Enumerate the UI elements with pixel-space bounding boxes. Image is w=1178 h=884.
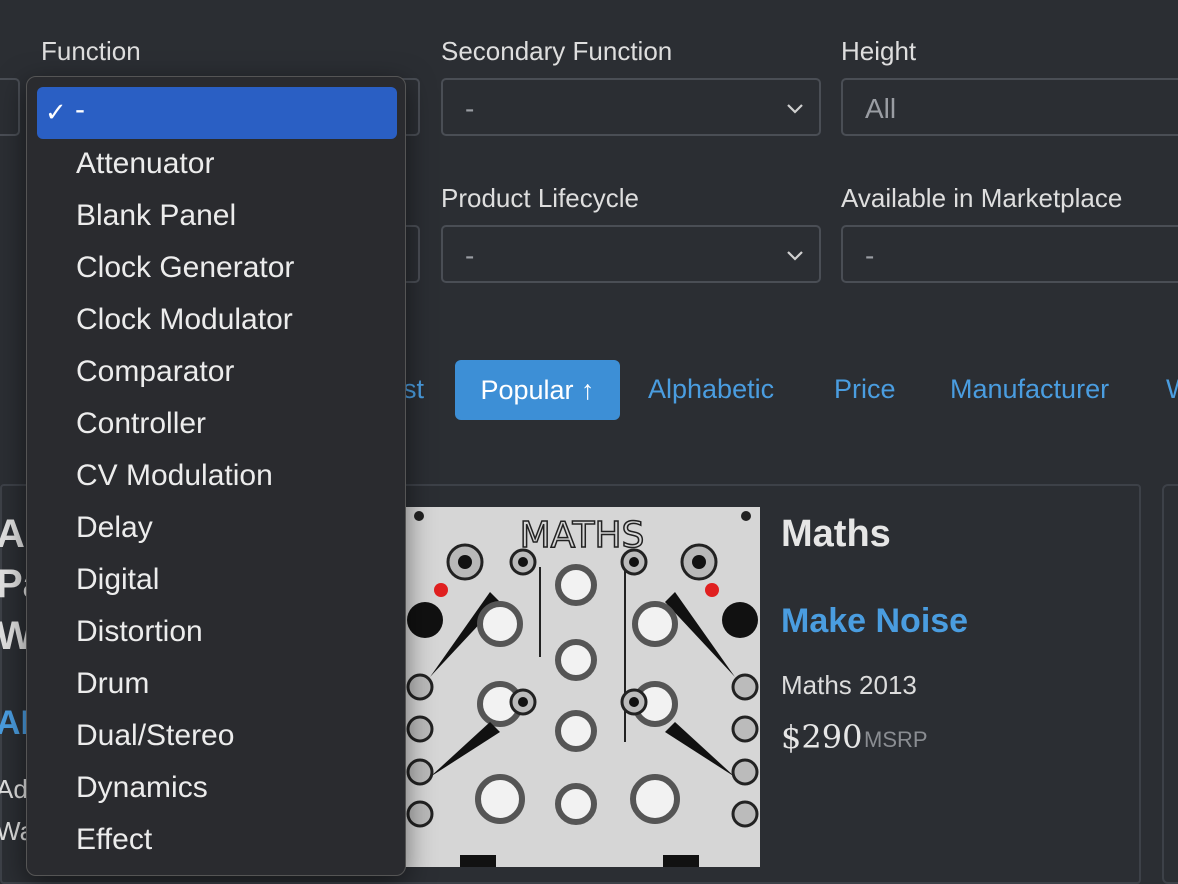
- available-in-marketplace-value: -: [865, 240, 875, 271]
- dropdown-option[interactable]: CV Modulation: [76, 459, 273, 493]
- sort-popular-label: Popular ↑: [480, 374, 595, 405]
- dropdown-option[interactable]: Clock Modulator: [76, 303, 293, 337]
- function-dropdown-menu[interactable]: ✓ - Attenuator Blank Panel Clock Generat…: [26, 76, 406, 876]
- height-select[interactable]: All: [841, 78, 1178, 136]
- next-product-card[interactable]: [1162, 484, 1178, 884]
- card-desc-fragment: Ad: [0, 774, 28, 804]
- product-lifecycle-select[interactable]: -: [441, 225, 821, 283]
- dropdown-option-label: -: [75, 93, 85, 126]
- price-note: MSRP: [864, 727, 928, 752]
- dropdown-option[interactable]: Delay: [76, 511, 153, 545]
- left-select-row1[interactable]: [0, 78, 20, 136]
- chevron-down-icon: [787, 104, 803, 114]
- chevron-down-icon: [787, 251, 803, 261]
- panel-title: MATHS: [520, 515, 645, 556]
- secondary-function-label: Secondary Function: [441, 36, 673, 66]
- dropdown-option[interactable]: Blank Panel: [76, 199, 236, 233]
- function-label: Function: [41, 36, 141, 66]
- product-lifecycle-label: Product Lifecycle: [441, 183, 639, 213]
- dropdown-option[interactable]: Digital: [76, 563, 159, 597]
- sort-option-partial-right[interactable]: W: [1166, 374, 1178, 405]
- dropdown-option[interactable]: Effect: [76, 823, 152, 857]
- product-name[interactable]: Maths: [781, 513, 891, 556]
- dropdown-option[interactable]: Controller: [76, 407, 206, 441]
- checkmark-icon: ✓: [45, 97, 67, 127]
- dropdown-option[interactable]: Comparator: [76, 355, 234, 389]
- sort-popular-button[interactable]: Popular ↑: [455, 360, 620, 420]
- product-variant: Maths 2013: [781, 670, 917, 700]
- sort-price-link[interactable]: Price: [834, 374, 896, 405]
- sort-manufacturer-link[interactable]: Manufacturer: [950, 374, 1109, 405]
- available-in-marketplace-select[interactable]: -: [841, 225, 1178, 283]
- height-value: All: [865, 93, 897, 124]
- secondary-function-value: -: [465, 93, 475, 124]
- sort-alphabetic-link[interactable]: Alphabetic: [648, 374, 774, 405]
- product-manufacturer-link[interactable]: Make Noise: [781, 602, 968, 641]
- dropdown-option[interactable]: Attenuator: [76, 147, 214, 181]
- maths-module-panel-image: MATHS: [405, 507, 760, 867]
- dropdown-option[interactable]: Drum: [76, 667, 149, 701]
- height-label: Height: [841, 36, 917, 66]
- available-in-marketplace-label: Available in Marketplace: [841, 183, 1123, 213]
- product-lifecycle-value: -: [465, 240, 475, 271]
- dropdown-option[interactable]: Clock Generator: [76, 251, 294, 285]
- dropdown-option[interactable]: Dynamics: [76, 771, 208, 805]
- product-price: $290: [781, 718, 863, 756]
- product-image[interactable]: MATHS: [405, 507, 760, 867]
- dropdown-option[interactable]: Dual/Stereo: [76, 719, 234, 753]
- secondary-function-select[interactable]: -: [441, 78, 821, 136]
- sort-option-partial[interactable]: st: [403, 374, 424, 405]
- dropdown-option-selected[interactable]: ✓ -: [37, 87, 397, 139]
- dropdown-option[interactable]: Distortion: [76, 615, 203, 649]
